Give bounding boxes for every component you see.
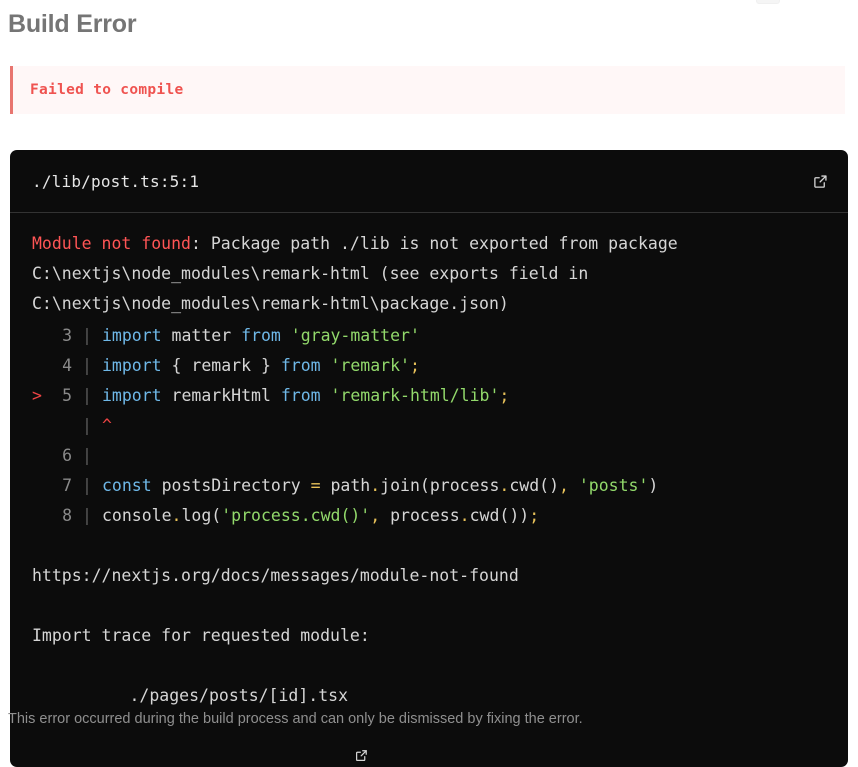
- code-line-number: 3: [62, 326, 72, 345]
- code-token: remarkHtml: [171, 386, 281, 405]
- code-token: { remark }: [171, 356, 281, 375]
- banner-label: Failed to compile: [30, 82, 184, 98]
- page-title: Build Error: [8, 10, 137, 38]
- code-gutter-separator: |: [82, 416, 92, 435]
- code-gutter-separator: |: [82, 446, 92, 465]
- code-gutter-separator: |: [82, 356, 92, 375]
- code-line-text: ^: [102, 411, 112, 441]
- code-line-row: 7 | const postsDirectory = path.join(proce…: [32, 471, 826, 501]
- clipped-top-control[interactable]: [756, 0, 780, 4]
- code-gutter-separator: |: [82, 386, 92, 405]
- code-token: console: [102, 506, 172, 525]
- code-token: matter: [171, 326, 242, 345]
- code-line-text: import matter from 'gray-matter': [102, 321, 420, 351]
- code-token: ): [648, 476, 659, 495]
- code-line-text: const postsDirectory = path.join(process…: [102, 471, 658, 501]
- code-token: from: [280, 356, 331, 375]
- code-token: 'remark': [330, 356, 410, 375]
- code-token: 'gray-matter': [290, 326, 420, 345]
- code-token: path: [320, 476, 371, 495]
- code-token: from: [280, 386, 331, 405]
- build-error-overlay: Build Error Failed to compile ./lib/post…: [0, 0, 858, 767]
- code-line-number: 6: [62, 446, 72, 465]
- code-token: 'process.cwd()': [221, 506, 371, 525]
- code-line-row: 8 | console.log('process.cwd()', process.c…: [32, 501, 826, 531]
- code-token: import: [102, 386, 172, 405]
- error-file-location: ./lib/post.ts:5:1: [32, 171, 200, 191]
- code-token: 'posts': [578, 476, 649, 495]
- code-token: .: [499, 476, 510, 495]
- code-token: =: [310, 476, 321, 495]
- code-line-number: 7: [62, 476, 72, 495]
- external-link-icon[interactable]: [355, 689, 370, 761]
- code-gutter-separator: |: [82, 506, 92, 525]
- code-token: cwd(): [509, 476, 559, 495]
- code-token: .: [370, 476, 381, 495]
- code-token: import: [102, 326, 172, 345]
- code-token: ,: [370, 506, 381, 525]
- code-line-number: 4: [62, 356, 72, 375]
- code-gutter-separator: |: [82, 326, 92, 345]
- code-gutter-separator: |: [82, 476, 92, 495]
- code-line-row: 3 | import matter from 'gray-matter': [32, 321, 826, 351]
- error-code-panel: ./lib/post.ts:5:1 Module not found: Pack…: [10, 150, 848, 767]
- code-token: ,: [559, 476, 569, 495]
- docs-url[interactable]: https://nextjs.org/docs/messages/module-…: [32, 561, 826, 591]
- code-line-marker: >: [32, 386, 42, 405]
- code-line-row: 4 | import { remark } from 'remark';: [32, 351, 826, 381]
- external-link-icon[interactable]: [813, 174, 828, 189]
- code-line-text: console.log('process.cwd()', process.cwd…: [102, 501, 539, 531]
- import-trace-file[interactable]: ./pages/posts/[id].tsx: [129, 681, 370, 761]
- code-token: const: [102, 476, 162, 495]
- code-token: cwd()): [469, 506, 530, 525]
- code-line-row: | ^: [32, 411, 826, 441]
- code-panel-header: ./lib/post.ts:5:1: [10, 150, 848, 213]
- code-token: import: [102, 356, 172, 375]
- code-token: 'remark-html/lib': [330, 386, 500, 405]
- code-token: join(process: [380, 476, 500, 495]
- code-token: ;: [499, 386, 510, 405]
- error-message: Module not found: Package path ./lib is …: [32, 229, 826, 319]
- import-trace-label: Import trace for requested module:: [32, 626, 370, 645]
- banner-accent-bar: [10, 66, 13, 114]
- code-panel-body: Module not found: Package path ./lib is …: [10, 213, 848, 767]
- code-line-text: import { remark } from 'remark';: [102, 351, 420, 381]
- code-token: ;: [529, 506, 540, 525]
- error-message-head: Module not found: [32, 234, 191, 253]
- code-token: .: [459, 506, 470, 525]
- code-token: process: [380, 506, 460, 525]
- import-trace-file-path: ./pages/posts/[id].tsx: [129, 686, 349, 705]
- code-line-number: 8: [62, 506, 72, 525]
- code-token: ;: [409, 356, 420, 375]
- footer-note: This error occurred during the build pro…: [8, 711, 583, 727]
- code-token: ^: [102, 416, 112, 435]
- failed-to-compile-banner: Failed to compile: [10, 66, 845, 114]
- code-token: from: [241, 326, 291, 345]
- code-token: .: [171, 506, 182, 525]
- code-token: log(: [181, 506, 222, 525]
- code-token: postsDirectory: [161, 476, 311, 495]
- code-line-row: 6 |: [32, 441, 826, 471]
- code-line-row: >5 | import remarkHtml from 'remark-html/l…: [32, 381, 826, 411]
- code-listing: 3 | import matter from 'gray-matter' 4 | impo…: [32, 321, 826, 531]
- code-line-number: 5: [62, 386, 72, 405]
- code-line-text: import remarkHtml from 'remark-html/lib'…: [102, 381, 509, 411]
